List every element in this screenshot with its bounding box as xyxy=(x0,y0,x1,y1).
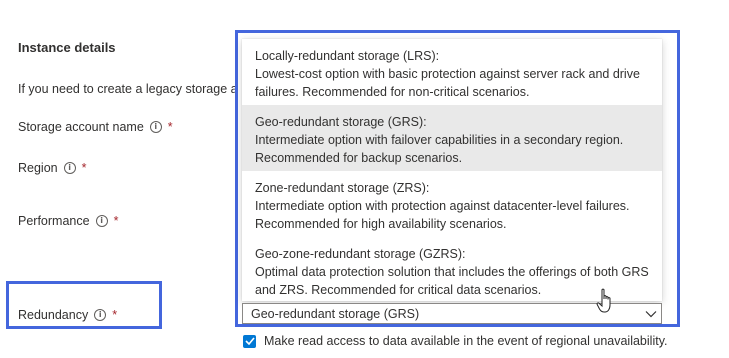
required-asterisk: * xyxy=(112,308,118,322)
info-icon[interactable]: i xyxy=(63,162,76,174)
required-asterisk: * xyxy=(81,161,87,175)
option-title: Geo-redundant storage (GRS): xyxy=(255,115,427,129)
info-icon[interactable]: i xyxy=(94,309,107,321)
option-zrs[interactable]: Zone-redundant storage (ZRS): Intermedia… xyxy=(242,171,662,237)
option-title: Geo-zone-redundant storage (GZRS): xyxy=(255,247,466,261)
required-asterisk: * xyxy=(167,120,173,134)
info-icon[interactable]: i xyxy=(149,121,162,133)
option-description: Lowest-cost option with basic protection… xyxy=(255,67,640,81)
option-description: failures. Recommended for non-critical s… xyxy=(255,85,530,99)
read-access-checkbox[interactable] xyxy=(243,334,256,348)
checkmark-icon xyxy=(244,337,255,345)
field-label-text: Redundancy xyxy=(18,308,89,322)
redundancy-options-list: Locally-redundant storage (LRS): Lowest-… xyxy=(242,39,662,301)
field-label-text: Storage account name xyxy=(18,120,144,134)
option-description: Intermediate option with protection agai… xyxy=(255,199,630,213)
required-asterisk: * xyxy=(113,214,119,228)
redundancy-label: Redundancy i * xyxy=(18,308,117,322)
option-grs[interactable]: Geo-redundant storage (GRS): Intermediat… xyxy=(242,105,662,171)
hand-pointer-icon xyxy=(596,288,616,317)
option-description: Recommended for backup scenarios. xyxy=(255,151,463,165)
option-description: Optimal data protection solution that in… xyxy=(255,265,649,279)
redundancy-select-value: Geo-redundant storage (GRS) xyxy=(251,306,420,321)
option-title: Zone-redundant storage (ZRS): xyxy=(255,181,430,195)
option-description: Intermediate option with failover capabi… xyxy=(255,133,624,147)
info-icon[interactable]: i xyxy=(95,215,108,227)
option-title: Locally-redundant storage (LRS): xyxy=(255,49,440,63)
field-label-text: Performance xyxy=(18,214,90,228)
storage-account-name-label: Storage account name i * xyxy=(18,120,173,134)
field-label-text: Region xyxy=(18,161,58,175)
read-access-checkbox-row[interactable]: Make read access to data available in th… xyxy=(243,334,668,348)
performance-label: Performance i * xyxy=(18,214,118,228)
section-title: Instance details xyxy=(18,40,116,55)
legacy-storage-intro-text: If you need to create a legacy storage a… xyxy=(18,82,242,96)
option-lrs[interactable]: Locally-redundant storage (LRS): Lowest-… xyxy=(242,39,662,105)
chevron-down-icon[interactable] xyxy=(641,310,661,318)
region-label: Region i * xyxy=(18,161,87,175)
read-access-label: Make read access to data available in th… xyxy=(264,334,668,348)
option-description: and ZRS. Recommended for critical data s… xyxy=(255,283,542,297)
option-description: Recommended for high availability scenar… xyxy=(255,217,507,231)
